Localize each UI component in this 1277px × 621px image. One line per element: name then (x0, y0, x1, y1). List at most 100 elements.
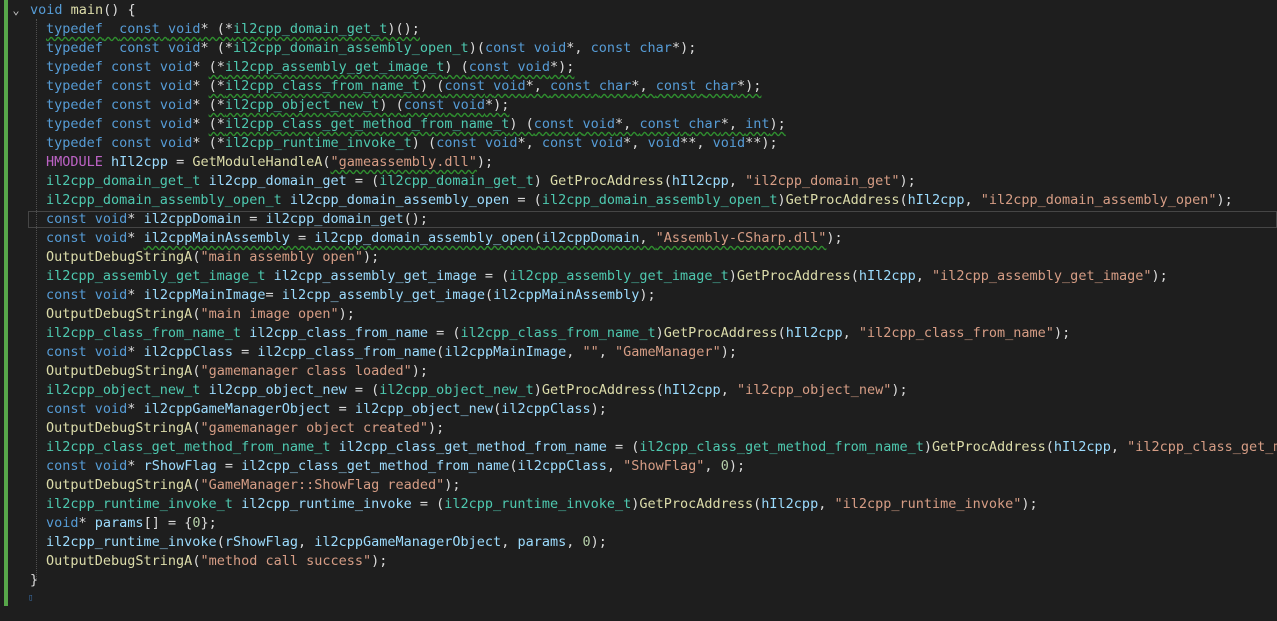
code-token: il2cppMainAssembly (493, 287, 640, 303)
code-token: const (46, 211, 87, 227)
code-token: , (915, 268, 933, 284)
code-token: ) (533, 382, 542, 398)
code-token: void (46, 515, 79, 531)
code-token: *, (615, 116, 640, 132)
code-token: hIl2cpp (785, 325, 843, 341)
code-line[interactable]: typedef const void* (*il2cpp_class_from_… (0, 77, 1277, 96)
code-token: ) ( (444, 59, 469, 75)
code-token: hIl2cpp (111, 154, 168, 170)
code-token: const (468, 59, 510, 75)
code-line[interactable]: HMODULE hIl2cpp = GetModuleHandleA("game… (0, 153, 1277, 172)
code-token: il2cpp_runtime_invoke_t (444, 496, 632, 512)
code-token: (* (208, 78, 225, 94)
code-line[interactable]: const void* il2cppGameManagerObject = il… (0, 400, 1277, 419)
code-line[interactable]: } (0, 571, 1277, 590)
code-token: "" (582, 344, 599, 360)
code-line[interactable]: void* params[] = {0}; (0, 514, 1277, 533)
code-line[interactable]: const void* il2cppMainAssembly = il2cpp_… (0, 229, 1277, 248)
code-text: il2cpp_class_from_name_t il2cpp_class_fr… (46, 324, 1070, 343)
code-text: typedef const void* (*il2cpp_class_get_m… (46, 115, 786, 134)
code-token: il2cppMainImage (444, 344, 567, 360)
code-line[interactable]: il2cpp_assembly_get_image_t il2cpp_assem… (0, 267, 1277, 286)
code-line[interactable]: OutputDebugStringA("gamemanager class lo… (0, 362, 1277, 381)
code-line[interactable]: il2cpp_runtime_invoke(rShowFlag, il2cppG… (0, 533, 1277, 552)
code-token: ); (428, 420, 445, 436)
code-line[interactable]: const void* il2cppDomain = il2cpp_domain… (0, 210, 1277, 229)
code-token: , (639, 230, 656, 246)
code-token: * (127, 458, 144, 474)
code-token: * (* (200, 40, 233, 56)
code-line[interactable]: typedef const void* (*il2cpp_class_get_m… (0, 115, 1277, 134)
code-token: il2cpp_class_get_method_from_name_t (46, 439, 331, 455)
code-line[interactable]: il2cpp_object_new_t il2cpp_object_new = … (0, 381, 1277, 400)
code-line[interactable]: typedef const void* (*il2cpp_assembly_ge… (0, 58, 1277, 77)
code-text: typedef const void* (*il2cpp_object_new_… (46, 96, 509, 115)
code-line[interactable]: OutputDebugStringA("main image open"); (0, 305, 1277, 324)
code-token: void (94, 230, 128, 246)
code-token: void (452, 97, 485, 113)
code-token: **, (680, 135, 713, 151)
code-line[interactable]: typedef const void* (*il2cpp_object_new_… (0, 96, 1277, 115)
code-line[interactable]: typedef const void* (*il2cpp_domain_get_… (0, 20, 1277, 39)
code-token: il2cpp_domain_get (208, 173, 347, 189)
code-token: * (192, 59, 209, 75)
code-editor[interactable]: ⌄ void main() {typedef const void* (*il2… (0, 0, 1277, 621)
code-line[interactable]: OutputDebugStringA("gamemanager object c… (0, 419, 1277, 438)
code-token: * (127, 401, 144, 417)
code-line[interactable]: il2cpp_runtime_invoke_t il2cpp_runtime_i… (0, 495, 1277, 514)
code-token: typedef (46, 40, 103, 56)
code-token: ( (484, 287, 494, 303)
code-text: void* params[] = {0}; (46, 514, 217, 533)
code-token: , (728, 173, 746, 189)
code-token: 0 (582, 534, 591, 550)
code-line[interactable]: const void* il2cppMainImage= il2cpp_asse… (0, 286, 1277, 305)
code-line[interactable]: il2cpp_domain_get_t il2cpp_domain_get = … (0, 172, 1277, 191)
code-line[interactable]: OutputDebugStringA("method call success"… (0, 552, 1277, 571)
code-token: = ( (476, 268, 510, 284)
code-token: , (297, 534, 315, 550)
code-line[interactable]: typedef const void* (*il2cpp_runtime_inv… (0, 134, 1277, 153)
code-token: "ShowFlag" (623, 458, 705, 474)
code-line[interactable]: const void* il2cppClass = il2cpp_class_f… (0, 343, 1277, 362)
code-line[interactable]: il2cpp_class_get_method_from_name_t il2c… (0, 438, 1277, 457)
code-text: typedef const void* (*il2cpp_class_from_… (46, 77, 761, 96)
code-token: il2cpp_class_get_method_from_name_t (224, 116, 510, 132)
code-token: "GameManager" (615, 344, 721, 360)
code-token: "il2cpp_domain_get" (745, 173, 900, 189)
code-token: *, (517, 135, 542, 151)
code-token: = ( (411, 496, 445, 512)
code-token: void (590, 135, 624, 151)
code-token: **); (745, 135, 778, 151)
code-token: OutputDebugStringA (46, 249, 193, 265)
code-token: params (517, 534, 567, 550)
code-token: OutputDebugStringA (46, 363, 193, 379)
code-token: ( (322, 154, 331, 170)
code-token: il2cpp_domain_assembly_open_t (541, 192, 778, 208)
code-token: *, (566, 40, 591, 56)
code-line[interactable]: il2cpp_class_from_name_t il2cpp_class_fr… (0, 324, 1277, 343)
code-line[interactable]: OutputDebugStringA("main assembly open")… (0, 248, 1277, 267)
code-token: "Assembly-CSharp.dll" (655, 230, 827, 246)
code-token: ) (777, 192, 786, 208)
code-token: * (127, 344, 144, 360)
code-token: il2cpp_assembly_get_image_t (509, 268, 729, 284)
code-text: il2cpp_domain_assembly_open_t il2cpp_dom… (46, 191, 1233, 210)
code-line[interactable]: OutputDebugStringA("GameManager::ShowFla… (0, 476, 1277, 495)
code-token: void (94, 287, 128, 303)
code-token: typedef (46, 59, 103, 75)
code-token: const (46, 344, 87, 360)
code-token: ); (411, 363, 429, 379)
code-line[interactable]: il2cpp_domain_assembly_open_t il2cpp_dom… (0, 191, 1277, 210)
code-line[interactable]: const void* rShowFlag = il2cpp_class_get… (0, 457, 1277, 476)
code-token: = (232, 344, 258, 360)
code-token: (); (403, 211, 429, 227)
code-line[interactable]: void main() { (0, 1, 1277, 20)
code-line[interactable]: typedef const void* (*il2cpp_domain_asse… (0, 39, 1277, 58)
